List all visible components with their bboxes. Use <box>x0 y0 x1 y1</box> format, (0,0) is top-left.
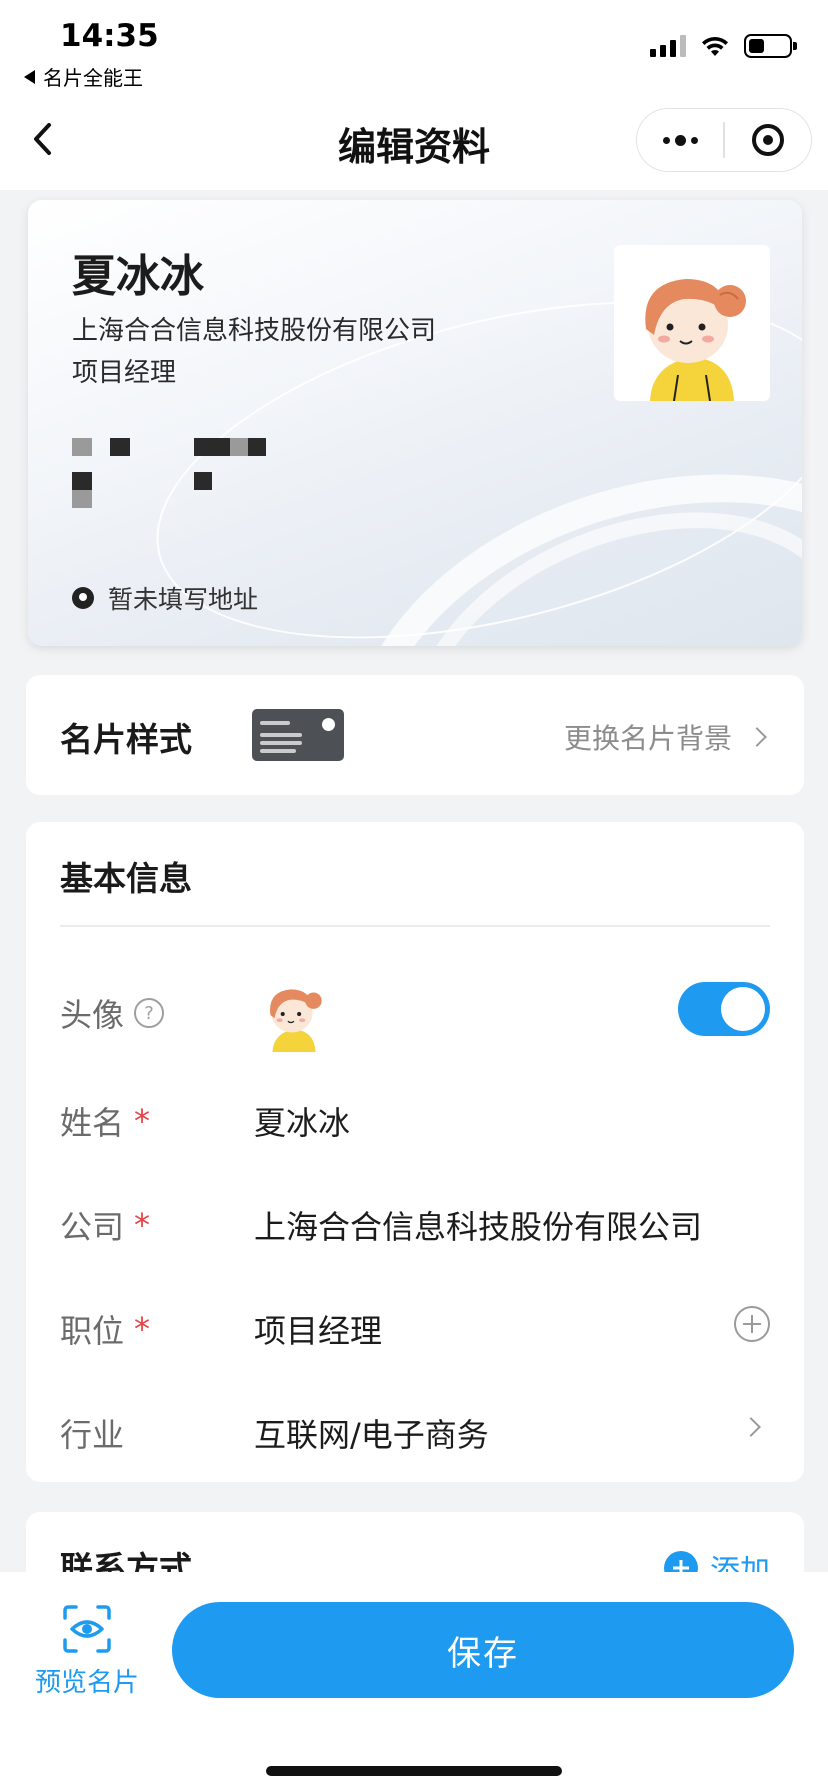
chevron-right-icon <box>747 727 767 747</box>
company-input[interactable]: 上海合合信息科技股份有限公司 <box>254 1202 702 1248</box>
avatar-label: 头像 <box>60 996 125 1034</box>
industry-field[interactable]: 行业 互联网/电子商务 <box>60 1392 770 1472</box>
eye-scan-icon <box>63 1605 111 1653</box>
save-button[interactable]: 保存 <box>172 1602 794 1698</box>
chevron-right-icon <box>741 1417 761 1437</box>
card-job-title: 项目经理 <box>72 358 177 388</box>
name-input[interactable]: 夏冰冰 <box>254 1098 350 1144</box>
back-triangle-icon <box>24 69 35 84</box>
target-circle-icon <box>751 124 784 156</box>
status-icons <box>650 34 797 58</box>
card-name: 夏冰冰 <box>72 251 204 302</box>
basic-info-section: 基本信息 头像 ? 姓名 * 夏冰冰 公司 * 上海合合信息科技股份有限公司 职… <box>26 822 804 1482</box>
position-label: 职位 <box>60 1312 125 1350</box>
bottom-action-bar: 预览名片 保存 <box>0 1572 828 1792</box>
nav-bar: 编辑资料 <box>0 90 828 190</box>
section-divider <box>60 925 770 927</box>
status-time: 14:35 <box>60 18 159 54</box>
industry-label: 行业 <box>60 1416 125 1454</box>
more-dots-icon <box>662 134 698 146</box>
avatar-field: 头像 ? <box>60 972 770 1052</box>
toggle-knob <box>721 987 765 1031</box>
change-background-label: 更换名片背景 <box>563 722 732 755</box>
card-avatar <box>614 245 770 401</box>
card-style-label: 名片样式 <box>60 720 192 759</box>
close-miniapp-button[interactable] <box>725 109 811 171</box>
name-field[interactable]: 姓名 * 夏冰冰 <box>60 1080 770 1160</box>
home-indicator <box>266 1766 562 1776</box>
back-to-app-link[interactable]: 名片全能王 <box>24 62 143 91</box>
miniapp-capsule <box>636 108 812 172</box>
cellular-signal-icon <box>650 35 686 57</box>
girl-avatar-illustration <box>645 279 746 401</box>
preview-card-label: 预览名片 <box>34 1668 139 1698</box>
status-bar: 14:35 名片全能王 <box>0 0 828 90</box>
preview-card-button[interactable]: 预览名片 <box>22 1604 152 1714</box>
company-field[interactable]: 公司 * 上海合合信息科技股份有限公司 <box>60 1184 770 1264</box>
location-pin-icon <box>72 587 94 609</box>
card-style-row[interactable]: 名片样式 更换名片背景 <box>26 675 804 795</box>
help-icon[interactable]: ? <box>134 998 165 1028</box>
name-label: 姓名 <box>60 1104 125 1142</box>
blurred-email <box>72 472 92 490</box>
industry-select[interactable]: 互联网/电子商务 <box>254 1410 489 1456</box>
card-address: 暂未填写地址 <box>108 585 259 614</box>
wifi-icon <box>702 36 728 56</box>
change-background-link[interactable]: 更换名片背景 <box>563 717 767 757</box>
required-mark: * <box>134 1310 151 1348</box>
more-button[interactable] <box>637 109 723 171</box>
company-label: 公司 <box>60 1208 125 1246</box>
position-input[interactable]: 项目经理 <box>254 1306 382 1352</box>
card-company: 上海合合信息科技股份有限公司 <box>72 316 437 346</box>
position-field[interactable]: 职位 * 项目经理 <box>60 1288 770 1368</box>
avatar-toggle[interactable] <box>678 982 770 1036</box>
avatar-image[interactable] <box>254 972 334 1052</box>
business-card-preview: 夏冰冰 上海合合信息科技股份有限公司 项目经理 暂未填写地址 <box>28 200 802 646</box>
girl-avatar-small-illustration <box>270 989 322 1052</box>
card-address-row: 暂未填写地址 <box>72 580 258 616</box>
basic-info-title: 基本信息 <box>60 859 192 898</box>
add-position-icon[interactable] <box>734 1306 770 1342</box>
required-mark: * <box>134 1102 151 1140</box>
battery-icon <box>744 34 797 58</box>
required-mark: * <box>134 1206 151 1244</box>
card-style-thumbnail <box>252 709 344 761</box>
back-app-label: 名片全能王 <box>43 66 143 90</box>
blurred-phone <box>72 438 92 456</box>
